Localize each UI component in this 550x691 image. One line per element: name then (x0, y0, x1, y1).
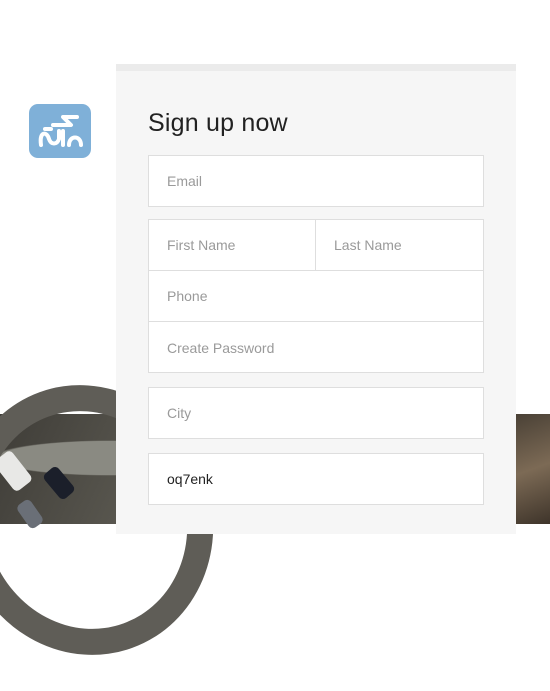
code-value: oq7enk (167, 471, 213, 487)
background-photo-right-edge (516, 414, 550, 524)
first-name-field[interactable]: First Name (149, 220, 316, 271)
email-field[interactable]: Email (148, 155, 484, 207)
signup-form-panel: Sign up now Email First Name Last Name P… (116, 64, 516, 534)
logo[interactable] (29, 104, 91, 158)
name-phone-password-group: First Name Last Name Phone Create Passwo… (148, 219, 484, 373)
city-field[interactable]: City (148, 387, 484, 439)
form-title: Sign up now (148, 109, 288, 137)
last-name-field[interactable]: Last Name (316, 220, 483, 271)
first-name-placeholder: First Name (167, 237, 236, 253)
arabic-calligraphy-logo-icon (38, 115, 83, 147)
phone-placeholder: Phone (167, 288, 208, 304)
password-placeholder: Create Password (167, 339, 275, 356)
email-placeholder: Email (167, 173, 203, 189)
code-field[interactable]: oq7enk (148, 453, 484, 505)
last-name-placeholder: Last Name (334, 237, 402, 253)
phone-field[interactable]: Phone (149, 271, 483, 322)
password-field[interactable]: Create Password (149, 322, 483, 373)
city-placeholder: City (167, 405, 192, 421)
